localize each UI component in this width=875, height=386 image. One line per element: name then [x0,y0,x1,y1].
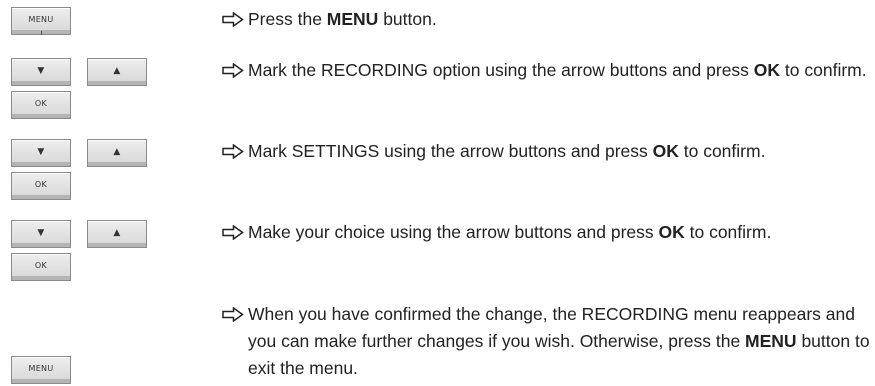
down-arrow-button: ▼ [11,139,71,167]
step-text: When you have confirmed the change, the … [248,304,870,378]
right-arrow-icon [222,138,248,165]
step-text: Mark the RECORDING option using the arro… [248,60,867,80]
up-arrow-button: ▲ [87,220,147,248]
step-text: Make your choice using the arrow buttons… [248,222,772,242]
ok-button: OK [11,91,71,119]
right-arrow-icon [222,301,248,328]
down-arrow-button: ▼ [11,220,71,248]
instruction-step: Make your choice using the arrow buttons… [222,219,872,246]
step-text: Mark SETTINGS using the arrow buttons an… [248,141,766,161]
instruction-step: Mark the RECORDING option using the arro… [222,57,872,84]
right-arrow-icon [222,6,248,33]
up-arrow-button: ▲ [87,58,147,86]
right-arrow-icon [222,219,248,246]
menu-button: MENU [11,356,71,384]
up-arrow-button: ▲ [87,139,147,167]
down-arrow-button: ▼ [11,58,71,86]
menu-button: MENU [11,7,71,35]
ok-button: OK [11,253,71,281]
instruction-step: Mark SETTINGS using the arrow buttons an… [222,138,872,165]
instruction-step: When you have confirmed the change, the … [222,301,872,382]
ok-button: OK [11,172,71,200]
instruction-step: Press the MENU button. [222,6,872,33]
right-arrow-icon [222,57,248,84]
step-text: Press the MENU button. [248,9,437,29]
